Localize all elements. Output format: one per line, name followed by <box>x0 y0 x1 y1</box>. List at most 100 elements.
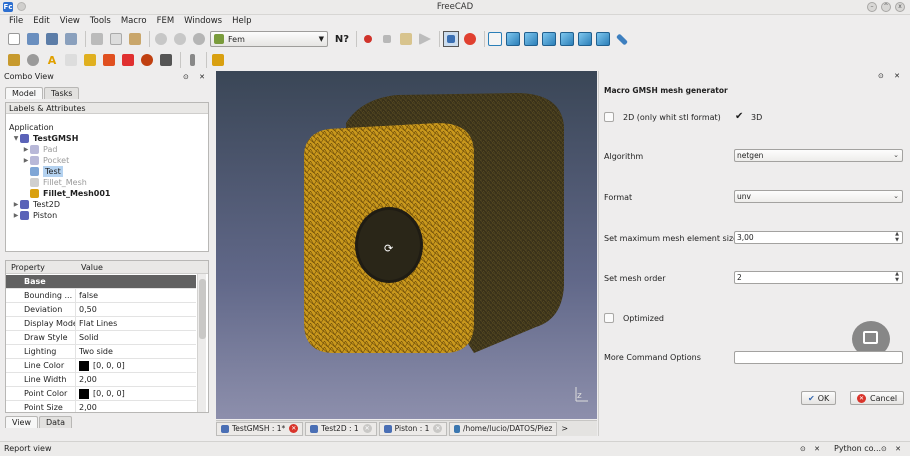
copy-icon[interactable] <box>108 31 124 47</box>
property-row[interactable]: Lighting Two side <box>6 345 196 359</box>
python-console-label[interactable]: Python co... <box>834 442 881 456</box>
tab-view[interactable]: View <box>5 416 38 428</box>
tab-testgmsh[interactable]: TestGMSH : 1* ✕ <box>216 421 304 436</box>
menu-windows[interactable]: Windows <box>179 15 227 28</box>
pressure-constraint-icon[interactable] <box>139 52 155 68</box>
property-row[interactable]: Draw Style Solid <box>6 331 196 345</box>
close-tab-icon[interactable]: ✕ <box>362 424 372 433</box>
record-macro-icon[interactable] <box>360 31 376 47</box>
property-row[interactable]: Bounding ... false <box>6 289 196 303</box>
menu-macro[interactable]: Macro <box>116 15 152 28</box>
solver-icon[interactable] <box>158 52 174 68</box>
new-file-icon[interactable] <box>6 31 22 47</box>
tab-data[interactable]: Data <box>38 416 73 428</box>
maximize-button[interactable]: ^ <box>881 2 891 12</box>
check-2d-row[interactable]: 2D (only whit stl format) <box>604 112 721 122</box>
close-tab-icon[interactable]: ✕ <box>289 424 299 433</box>
analysis-icon[interactable] <box>6 52 22 68</box>
dock-buttons[interactable]: ⊙ ✕ <box>183 71 209 83</box>
spin-arrows-icon[interactable]: ▲ ▼ <box>895 231 899 243</box>
undo-icon[interactable] <box>153 31 169 47</box>
checkbox-3d[interactable]: ✔ <box>735 112 745 122</box>
tab-test2d[interactable]: Test2D : 1 ✕ <box>305 421 377 436</box>
dock-buttons[interactable]: ⊙ ✕ <box>881 442 904 456</box>
expand-icon[interactable]: ▶ <box>22 155 30 166</box>
tree-item-testgmsh[interactable]: ▼ TestGMSH <box>12 133 78 144</box>
tree-item-fillet-mesh[interactable]: Fillet_Mesh <box>22 177 87 188</box>
tree-item-piston[interactable]: ▶ Piston <box>12 210 57 221</box>
minimize-button[interactable]: – <box>867 2 877 12</box>
rear-view-icon[interactable] <box>560 32 574 46</box>
tree-item-test2d[interactable]: ▶ Test2D <box>12 199 60 210</box>
optimized-row[interactable]: Optimized <box>604 313 664 323</box>
expand-icon[interactable]: ▶ <box>12 210 20 221</box>
run-macro-icon[interactable] <box>417 31 433 47</box>
tab-piston[interactable]: Piston : 1 ✕ <box>378 421 448 436</box>
isometric-view-icon[interactable] <box>488 32 502 46</box>
edit-macro-icon[interactable] <box>398 31 414 47</box>
measure-icon[interactable] <box>614 31 630 47</box>
refresh-icon[interactable] <box>191 31 207 47</box>
close-tab-icon[interactable]: ✕ <box>433 424 443 433</box>
property-group-base[interactable]: Base <box>6 275 196 289</box>
fixed-constraint-icon[interactable] <box>101 52 117 68</box>
property-row[interactable]: Point Size 2,00 <box>6 401 196 412</box>
stop-macro-icon[interactable] <box>379 31 395 47</box>
material-icon[interactable] <box>25 52 41 68</box>
save-icon[interactable] <box>44 31 60 47</box>
tree-item-test[interactable]: Test <box>22 166 63 177</box>
order-spinbox[interactable]: 2 ▲ ▼ <box>734 271 903 284</box>
expand-icon[interactable]: ▶ <box>22 144 30 155</box>
format-select[interactable]: unv ⌄ <box>734 190 903 203</box>
text-icon[interactable]: A <box>44 52 60 68</box>
more-options-input[interactable] <box>734 351 903 364</box>
scrollbar-thumb[interactable] <box>199 279 206 339</box>
tree-item-fillet-mesh001[interactable]: Fillet_Mesh001 <box>22 188 110 199</box>
check-3d-row[interactable]: ✔ 3D <box>735 112 762 122</box>
open-file-icon[interactable] <box>25 31 41 47</box>
checkbox-2d[interactable] <box>604 112 614 122</box>
chevron-right-icon[interactable]: > <box>561 424 568 433</box>
property-row[interactable]: Deviation 0,50 <box>6 303 196 317</box>
menu-edit[interactable]: Edit <box>28 15 54 28</box>
algorithm-select[interactable]: netgen ⌄ <box>734 149 903 162</box>
spin-arrows-icon[interactable]: ▲ ▼ <box>895 271 899 283</box>
menu-file[interactable]: File <box>4 15 28 28</box>
dock-buttons[interactable]: ⊙ ✕ <box>878 72 904 80</box>
fem-mesh-icon[interactable] <box>82 52 98 68</box>
force-constraint-icon[interactable] <box>120 52 136 68</box>
cancel-button[interactable]: ✕ Cancel <box>850 391 905 405</box>
cut-icon[interactable] <box>89 31 105 47</box>
expand-icon[interactable]: ▶ <box>12 199 20 210</box>
save-as-icon[interactable] <box>63 31 79 47</box>
annotation-icon[interactable] <box>63 52 79 68</box>
bottom-view-icon[interactable] <box>578 32 592 46</box>
property-row[interactable]: Line Color [0, 0, 0] <box>6 359 196 373</box>
menu-fem[interactable]: FEM <box>152 15 180 28</box>
results-icon[interactable] <box>184 52 200 68</box>
tab-python-file[interactable]: /home/lucio/DATOS/Piez <box>449 421 558 436</box>
tab-tasks[interactable]: Tasks <box>44 87 80 99</box>
ok-button[interactable]: ✔ OK <box>801 391 837 405</box>
close-button[interactable]: x <box>895 2 905 12</box>
paste-icon[interactable] <box>127 31 143 47</box>
property-row[interactable]: Display Mode Flat Lines <box>6 317 196 331</box>
property-scrollbar[interactable] <box>197 274 206 412</box>
collapse-icon[interactable]: ▼ <box>12 133 20 144</box>
tree-item-pad[interactable]: ▶ Pad <box>22 144 57 155</box>
menu-help[interactable]: Help <box>227 15 256 28</box>
redo-icon[interactable] <box>172 31 188 47</box>
fit-all-icon[interactable] <box>443 31 459 47</box>
menu-tools[interactable]: Tools <box>85 15 116 28</box>
left-view-icon[interactable] <box>596 32 610 46</box>
max-size-spinbox[interactable]: 3,00 ▲ ▼ <box>734 231 903 244</box>
top-view-icon[interactable] <box>524 32 538 46</box>
tree-root[interactable]: Application <box>9 122 54 133</box>
dock-buttons[interactable]: ⊙ ✕ <box>800 442 823 456</box>
checkbox-optimized[interactable] <box>604 313 614 323</box>
property-row[interactable]: Line Width 2,00 <box>6 373 196 387</box>
workbench-selector[interactable]: Fem ▼ <box>210 31 328 47</box>
3d-viewport[interactable]: ⟳ z <box>216 71 597 419</box>
tab-model[interactable]: Model <box>5 87 44 99</box>
draw-style-icon[interactable] <box>462 31 478 47</box>
